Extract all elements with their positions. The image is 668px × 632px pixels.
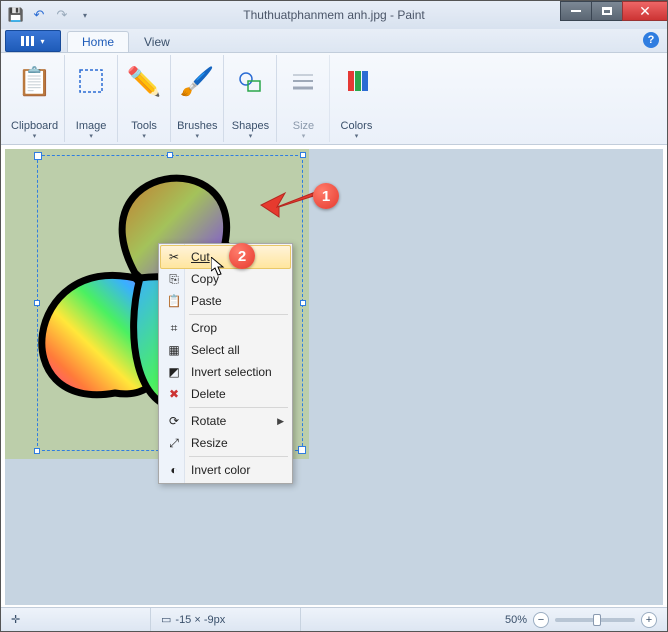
menu-resize[interactable]: ⤢Resize (161, 432, 290, 454)
help-icon[interactable]: ? (643, 32, 659, 48)
menu-cut[interactable]: ✂Cut (160, 245, 291, 269)
select-all-icon: ▦ (166, 343, 182, 357)
colors-icon (336, 57, 376, 105)
copy-icon: ⎘ (166, 272, 182, 287)
paint-window: 💾 ↶ ↷ ▾ Thuthuatphanmem anh.jpg - Paint … (0, 0, 668, 632)
menu-invert-color[interactable]: ◐Invert color (161, 459, 290, 481)
tab-home[interactable]: Home (67, 31, 129, 52)
status-position: ✛ (1, 608, 151, 631)
menu-invert-selection[interactable]: ◩Invert selection (161, 361, 290, 383)
scissors-icon: ✂ (166, 250, 182, 264)
pencil-icon: ✏️ (124, 57, 164, 105)
group-clipboard[interactable]: 📋 Clipboard▾ (5, 55, 65, 142)
group-size[interactable]: Size▾ (277, 55, 330, 142)
window-title: Thuthuatphanmem anh.jpg - Paint (243, 8, 424, 22)
invert-selection-icon: ◩ (166, 365, 182, 379)
clipboard-icon: 📋 (15, 57, 55, 105)
context-menu: ✂Cut ⎘Copy 📋Paste ⌗Crop ▦Select all ◩Inv… (158, 243, 293, 484)
selection-size-icon: ▭ (161, 613, 171, 626)
minimize-button[interactable] (560, 1, 592, 21)
submenu-arrow-icon: ▶ (277, 416, 284, 427)
ribbon-tabs: ▾ Home View ? (1, 29, 667, 53)
group-image[interactable]: Image▾ (65, 55, 118, 142)
titlebar: 💾 ↶ ↷ ▾ Thuthuatphanmem anh.jpg - Paint … (1, 1, 667, 29)
menu-crop[interactable]: ⌗Crop (161, 317, 290, 339)
invert-color-icon: ◐ (166, 463, 182, 477)
save-icon[interactable]: 💾 (5, 4, 27, 26)
group-tools[interactable]: ✏️ Tools▾ (118, 55, 171, 142)
crosshair-icon: ✛ (11, 613, 20, 626)
menu-copy[interactable]: ⎘Copy (161, 268, 290, 290)
statusbar: ✛ ▭-15 × -9px 50% − + (1, 607, 667, 631)
close-button[interactable]: ✕ (622, 1, 668, 21)
menu-select-all[interactable]: ▦Select all (161, 339, 290, 361)
window-controls: ✕ (560, 1, 667, 21)
annotation-badge-2: 2 (229, 243, 255, 269)
zoom-out-button[interactable]: − (533, 612, 549, 628)
redo-icon[interactable]: ↷ (51, 4, 73, 26)
file-menu-button[interactable]: ▾ (5, 30, 61, 52)
resize-icon: ⤢ (166, 436, 182, 451)
delete-icon: ✖ (166, 387, 182, 401)
menu-rotate[interactable]: ⟳Rotate▶ (161, 410, 290, 432)
group-brushes[interactable]: 🖌️ Brushes▾ (171, 55, 224, 142)
canvas-area[interactable]: 1 ThuThuatPhanMem.vn (5, 149, 663, 605)
select-icon (71, 57, 111, 105)
brush-icon: 🖌️ (177, 57, 217, 105)
shapes-icon (230, 57, 270, 105)
menu-paste[interactable]: 📋Paste (161, 290, 290, 312)
zoom-control: 50% − + (495, 612, 667, 628)
qat-dropdown-icon[interactable]: ▾ (74, 4, 96, 26)
zoom-slider[interactable] (555, 618, 635, 622)
maximize-button[interactable] (591, 1, 623, 21)
group-shapes[interactable]: Shapes▾ (224, 55, 277, 142)
status-selection-size: ▭-15 × -9px (151, 608, 301, 631)
rotate-icon: ⟳ (166, 414, 182, 428)
paste-icon: 📋 (166, 294, 182, 308)
quick-access-toolbar: 💾 ↶ ↷ ▾ (1, 4, 100, 26)
group-colors[interactable]: Colors▾ (330, 55, 382, 142)
size-icon (283, 57, 323, 105)
ribbon: 📋 Clipboard▾ Image▾ ✏️ Tools▾ 🖌️ Brushes… (1, 53, 667, 145)
zoom-level: 50% (505, 614, 527, 626)
undo-icon[interactable]: ↶ (28, 4, 50, 26)
annotation-badge-1: 1 (313, 183, 339, 209)
zoom-in-button[interactable]: + (641, 612, 657, 628)
menu-delete[interactable]: ✖Delete (161, 383, 290, 405)
tab-view[interactable]: View (129, 31, 185, 52)
crop-icon: ⌗ (166, 321, 182, 336)
